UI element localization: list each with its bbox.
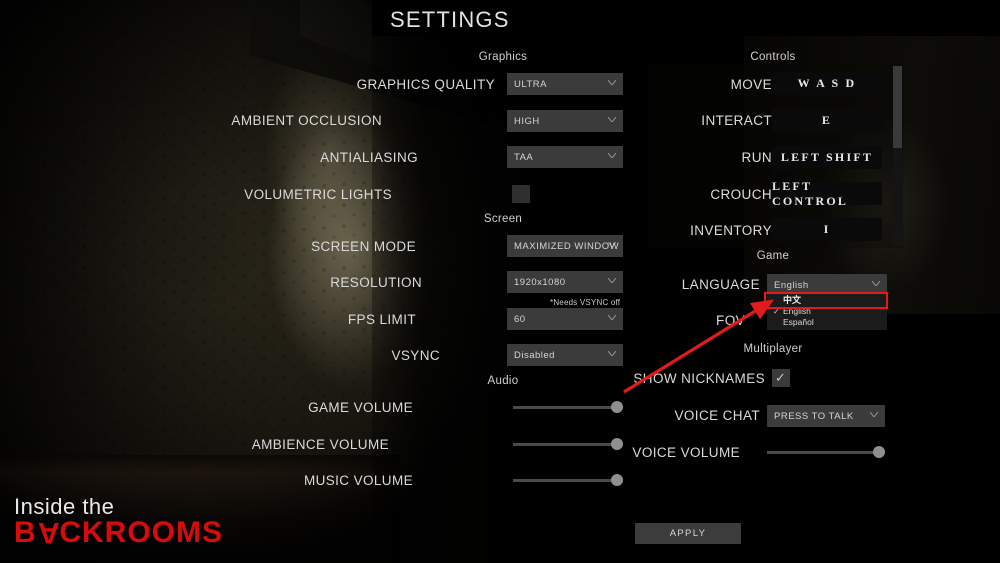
chevron-down-icon: [608, 80, 616, 85]
dropdown-language-value: English: [774, 279, 809, 291]
dropdown-option-spanish[interactable]: Español: [767, 317, 887, 328]
section-heading-controls: Controls: [750, 51, 796, 63]
chevron-down-icon: [608, 117, 616, 122]
keybind-crouch-value: LEFT CONTROL: [772, 178, 849, 208]
section-heading-graphics: Graphics: [478, 51, 528, 63]
dropdown-language-options[interactable]: 中文 ✓ English Español: [767, 293, 887, 330]
label-ambient-occlusion: AMBIENT OCCLUSION: [231, 113, 382, 128]
chevron-down-icon: [608, 242, 616, 247]
slider-track: [767, 451, 885, 454]
label-fov: FOV: [716, 313, 745, 328]
label-volumetric-lights: VOLUMETRIC LIGHTS: [244, 187, 392, 202]
chevron-down-icon: [870, 412, 878, 417]
dropdown-fps-limit-value: 60: [514, 313, 526, 325]
dropdown-screen-mode-value: MAXIMIZED WINDOW: [514, 240, 620, 252]
label-graphics-quality: GRAPHICS QUALITY: [356, 77, 495, 92]
dropdown-ambient-occlusion[interactable]: HIGH: [507, 110, 623, 132]
logo-line-backrooms: BACKROOMS: [14, 516, 224, 549]
label-control-run: RUN: [741, 150, 772, 165]
logo-inverted-a: A: [36, 516, 60, 549]
label-game-volume: GAME VOLUME: [308, 400, 413, 415]
slider-voice-volume[interactable]: [767, 445, 885, 459]
label-screen-mode: SCREEN MODE: [311, 239, 416, 254]
dropdown-resolution-value: 1920x1080: [514, 276, 566, 288]
dropdown-ambient-occlusion-value: HIGH: [514, 115, 540, 127]
label-control-crouch: CROUCH: [710, 187, 772, 202]
apply-button[interactable]: APPLY: [635, 523, 741, 544]
dropdown-vsync-value: Disabled: [514, 349, 555, 361]
label-fps-limit: FPS LIMIT: [347, 312, 416, 327]
dropdown-option-english-label: English: [783, 306, 811, 316]
dropdown-screen-mode[interactable]: MAXIMIZED WINDOW: [507, 235, 623, 257]
keybind-interact-value: E: [821, 113, 833, 127]
label-antialiasing: ANTIALIASING: [320, 150, 418, 165]
option-check-icon: ✓: [773, 307, 780, 316]
label-vsync: VSYNC: [391, 348, 440, 363]
label-control-interact: INTERACT: [701, 113, 772, 128]
dropdown-antialiasing-value: TAA: [514, 151, 534, 163]
dropdown-voice-chat[interactable]: PRESS TO TALK: [767, 405, 885, 427]
page-title: SETTINGS: [390, 7, 510, 32]
dropdown-graphics-quality[interactable]: ULTRA: [507, 73, 623, 95]
keybind-run[interactable]: LEFT SHIFT: [772, 146, 882, 169]
logo-ckrooms: CKROOMS: [59, 516, 224, 549]
keybind-crouch[interactable]: LEFT CONTROL: [772, 179, 882, 208]
keybind-interact[interactable]: E: [772, 109, 882, 132]
dropdown-vsync[interactable]: Disabled: [507, 344, 623, 366]
slider-music-volume[interactable]: [513, 473, 623, 487]
chevron-down-icon: [872, 281, 880, 286]
dropdown-graphics-quality-value: ULTRA: [514, 78, 547, 90]
slider-handle[interactable]: [611, 474, 623, 486]
keybind-move[interactable]: W A S D: [772, 72, 882, 95]
game-logo: Inside the BACKROOMS: [14, 495, 224, 550]
chevron-down-icon: [608, 153, 616, 158]
dropdown-option-english[interactable]: ✓ English: [767, 306, 887, 317]
label-voice-volume: VOICE VOLUME: [632, 445, 740, 460]
settings-screen: SETTINGS Graphics GRAPHICS QUALITY ULTRA…: [0, 0, 1000, 563]
dropdown-voice-chat-value: PRESS TO TALK: [774, 410, 854, 422]
checkbox-show-nicknames-mark: ✓: [775, 370, 786, 385]
keybind-move-value: W A S D: [797, 76, 857, 90]
fps-limit-hint: *Needs VSYNC off: [550, 298, 621, 307]
label-resolution: RESOLUTION: [330, 275, 422, 290]
label-language: LANGUAGE: [681, 277, 760, 292]
chevron-down-icon: [608, 351, 616, 356]
dropdown-option-chinese[interactable]: 中文: [767, 294, 887, 306]
section-heading-screen: Screen: [483, 213, 523, 225]
section-heading-game: Game: [756, 250, 790, 262]
label-control-inventory: INVENTORY: [690, 223, 772, 238]
logo-b: B: [14, 516, 37, 549]
label-music-volume: MUSIC VOLUME: [303, 473, 413, 488]
keybind-run-value: LEFT SHIFT: [780, 150, 874, 164]
slider-handle[interactable]: [873, 446, 885, 458]
dropdown-antialiasing[interactable]: TAA: [507, 146, 623, 168]
slider-track: [513, 479, 623, 482]
keybind-inventory-value: I: [823, 222, 831, 236]
controls-scrollbar-thumb[interactable]: [893, 66, 902, 148]
label-ambience-volume: AMBIENCE VOLUME: [251, 437, 389, 452]
checkbox-show-nicknames[interactable]: ✓: [772, 369, 790, 387]
label-control-move: MOVE: [730, 77, 772, 92]
section-heading-multiplayer: Multiplayer: [743, 343, 803, 355]
label-voice-chat: VOICE CHAT: [674, 408, 760, 423]
checkbox-volumetric-lights[interactable]: [512, 185, 530, 203]
label-show-nicknames: SHOW NICKNAMES: [633, 371, 765, 386]
dropdown-option-chinese-label: 中文: [783, 295, 802, 305]
keybind-inventory[interactable]: I: [772, 218, 882, 241]
apply-button-label: APPLY: [669, 528, 707, 539]
dropdown-option-spanish-label: Español: [783, 317, 814, 327]
